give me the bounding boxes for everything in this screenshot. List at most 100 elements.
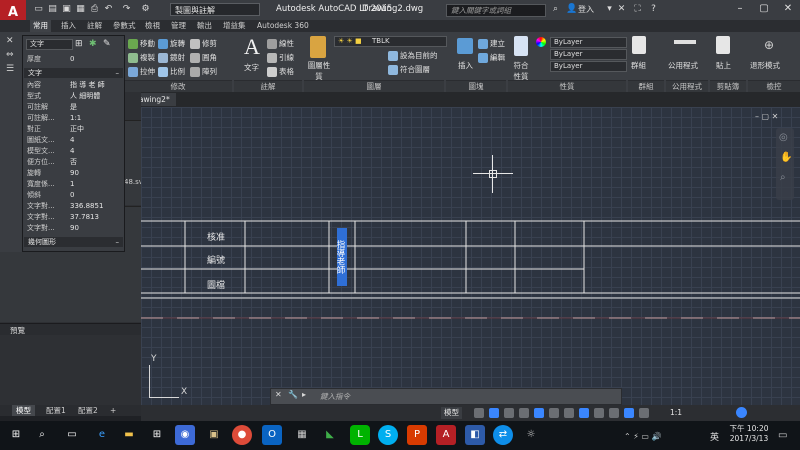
property-row[interactable]: 圖紙文... 4	[23, 135, 124, 145]
tab-view[interactable]: 檢視	[142, 20, 163, 32]
windows-start-icon[interactable]: ⊞	[6, 425, 26, 445]
text-button[interactable]: 文字	[244, 62, 259, 73]
workspace-selector[interactable]: 製圖與註解	[170, 3, 260, 16]
property-row[interactable]: 文字對... 90	[23, 223, 124, 233]
layer-properties-icon[interactable]	[310, 36, 326, 58]
group-label-clipboard[interactable]: 剪貼簿	[710, 80, 746, 92]
property-row[interactable]: 對正 正中	[23, 124, 124, 134]
save-icon[interactable]: ▣	[61, 4, 72, 15]
text-section-header[interactable]: 文字 –	[24, 68, 123, 78]
rotate-button[interactable]: 旋轉	[158, 38, 185, 49]
linetype-dropdown[interactable]: ByLayer	[550, 49, 627, 60]
pdf-icon[interactable]: P	[407, 425, 427, 445]
new-file-icon[interactable]: ▭	[33, 4, 44, 15]
cell-file[interactable]: 圖檔	[207, 278, 225, 291]
tab-layout2[interactable]: 配置2	[74, 405, 102, 416]
lineweight-dropdown[interactable]: ByLayer	[550, 61, 627, 72]
table-button[interactable]: 表格	[267, 66, 294, 77]
help-icon[interactable]: ?	[648, 4, 659, 15]
app-icon-2[interactable]: ◣	[320, 425, 340, 445]
view-mode-button[interactable]: 退形模式	[750, 60, 780, 71]
customize-command-icon[interactable]: 🔧	[288, 390, 298, 399]
match-layer-button[interactable]: 符合圖層	[388, 64, 430, 75]
property-row[interactable]: 文字對... 336.8851	[23, 201, 124, 211]
geometry-section-header[interactable]: 幾何圖形 –	[24, 237, 123, 247]
system-clock[interactable]: 下午 10:20 2017/3/13	[727, 424, 771, 444]
input-language[interactable]: 英	[710, 430, 719, 443]
dropdown-icon[interactable]: ▾	[604, 4, 615, 15]
text-tool-icon[interactable]: A	[244, 34, 260, 60]
workspace-gear-icon[interactable]: ⚙	[140, 4, 151, 15]
app-icon-1[interactable]: ◉	[175, 425, 195, 445]
mirror-button[interactable]: 鏡射	[158, 52, 185, 63]
save-as-icon[interactable]: ▦	[75, 4, 86, 15]
group-label-annotation[interactable]: 註解	[234, 80, 302, 92]
tab-a360[interactable]: Autodesk 360	[254, 20, 312, 32]
select-objects-icon[interactable]: ✱	[89, 39, 97, 49]
insert-button[interactable]: 插入	[458, 60, 473, 71]
osnap-track-icon[interactable]	[549, 408, 559, 418]
trim-button[interactable]: 修剪	[190, 38, 217, 49]
app-icon-3[interactable]: ◧	[465, 425, 485, 445]
property-row[interactable]: 內容 指 導 老 師	[23, 80, 124, 90]
insert-block-icon[interactable]	[457, 38, 473, 54]
redo-icon[interactable]: ↷	[121, 4, 132, 15]
property-row[interactable]: 模型文... 4	[23, 146, 124, 156]
close-command-icon[interactable]: ✕	[275, 390, 282, 399]
stretch-button[interactable]: 拉伸	[128, 66, 155, 77]
group-label-utilities[interactable]: 公用程式	[666, 80, 708, 92]
search-input[interactable]: 鍵入關鍵字或詞組	[446, 4, 546, 17]
group-label-block[interactable]: 圖塊	[446, 80, 506, 92]
photos-icon[interactable]: ▣	[204, 425, 224, 445]
binoculars-icon[interactable]: ⌕	[550, 4, 561, 15]
paste-icon[interactable]	[716, 36, 730, 54]
tab-home[interactable]: 常用	[30, 20, 51, 32]
exchange-icon[interactable]: ✕	[616, 4, 627, 15]
group-label-groups[interactable]: 群組	[628, 80, 664, 92]
paste-button[interactable]: 貼上	[716, 60, 731, 71]
tab-annotate[interactable]: 註解	[84, 20, 105, 32]
chrome-icon[interactable]: ●	[232, 425, 252, 445]
match-properties-button[interactable]: 符合性質	[511, 60, 531, 82]
transparency-icon[interactable]	[594, 408, 604, 418]
snap-icon[interactable]	[489, 408, 499, 418]
make-current-button[interactable]: 設為目前的	[388, 50, 438, 61]
polar-icon[interactable]	[519, 408, 529, 418]
property-row[interactable]: 文字對... 37.7813	[23, 212, 124, 222]
autohide-icon[interactable]: ⇔	[6, 50, 16, 60]
selected-vertical-text[interactable]: 指導老師	[335, 228, 347, 286]
group-label-modify[interactable]: 修改	[124, 80, 232, 92]
tray-icons[interactable]: ⌃ ⚡ ▭ 🔊	[624, 432, 661, 441]
tab-output[interactable]: 輸出	[194, 20, 215, 32]
edge-browser-icon[interactable]: e	[92, 425, 112, 445]
tab-layout1[interactable]: 配置1	[42, 405, 70, 416]
linear-button[interactable]: 線性	[267, 38, 294, 49]
outlook-icon[interactable]: O	[262, 425, 282, 445]
measure-icon[interactable]	[674, 40, 696, 44]
close-button[interactable]: ✕	[776, 0, 800, 18]
group-label-view[interactable]: 檢控	[748, 80, 800, 92]
copy-button[interactable]: 複製	[128, 52, 155, 63]
thickness-row[interactable]: 厚度 0	[23, 54, 124, 64]
quick-select-icon[interactable]: ✎	[103, 39, 111, 49]
tab-addins[interactable]: 增益集	[220, 20, 249, 32]
autocad-taskbar-icon[interactable]: A	[436, 425, 456, 445]
group-label-layers[interactable]: 圖層	[304, 80, 444, 92]
lineweight-icon[interactable]	[579, 408, 589, 418]
isolate-objects-icon[interactable]	[736, 407, 747, 418]
property-row[interactable]: 可註解... 1:1	[23, 113, 124, 123]
annotation-scale[interactable]: 1:1	[670, 408, 682, 417]
tab-parametric[interactable]: 參數式	[110, 20, 139, 32]
color-dropdown[interactable]: ByLayer	[550, 37, 627, 48]
notification-icon[interactable]: ▭	[778, 430, 787, 441]
store-icon[interactable]: ⊞	[147, 425, 167, 445]
tab-insert[interactable]: 插入	[58, 20, 79, 32]
file-explorer-icon[interactable]: ▬	[119, 425, 139, 445]
print-icon[interactable]: ⎙	[89, 4, 100, 15]
property-row[interactable]: 旋轉 90	[23, 168, 124, 178]
cell-approve[interactable]: 核准	[207, 230, 225, 243]
scale-button[interactable]: 比例	[158, 66, 185, 77]
object-type-dropdown[interactable]: 文字	[26, 39, 73, 50]
isodraft-icon[interactable]	[534, 408, 544, 418]
array-button[interactable]: 陣列	[190, 66, 217, 77]
